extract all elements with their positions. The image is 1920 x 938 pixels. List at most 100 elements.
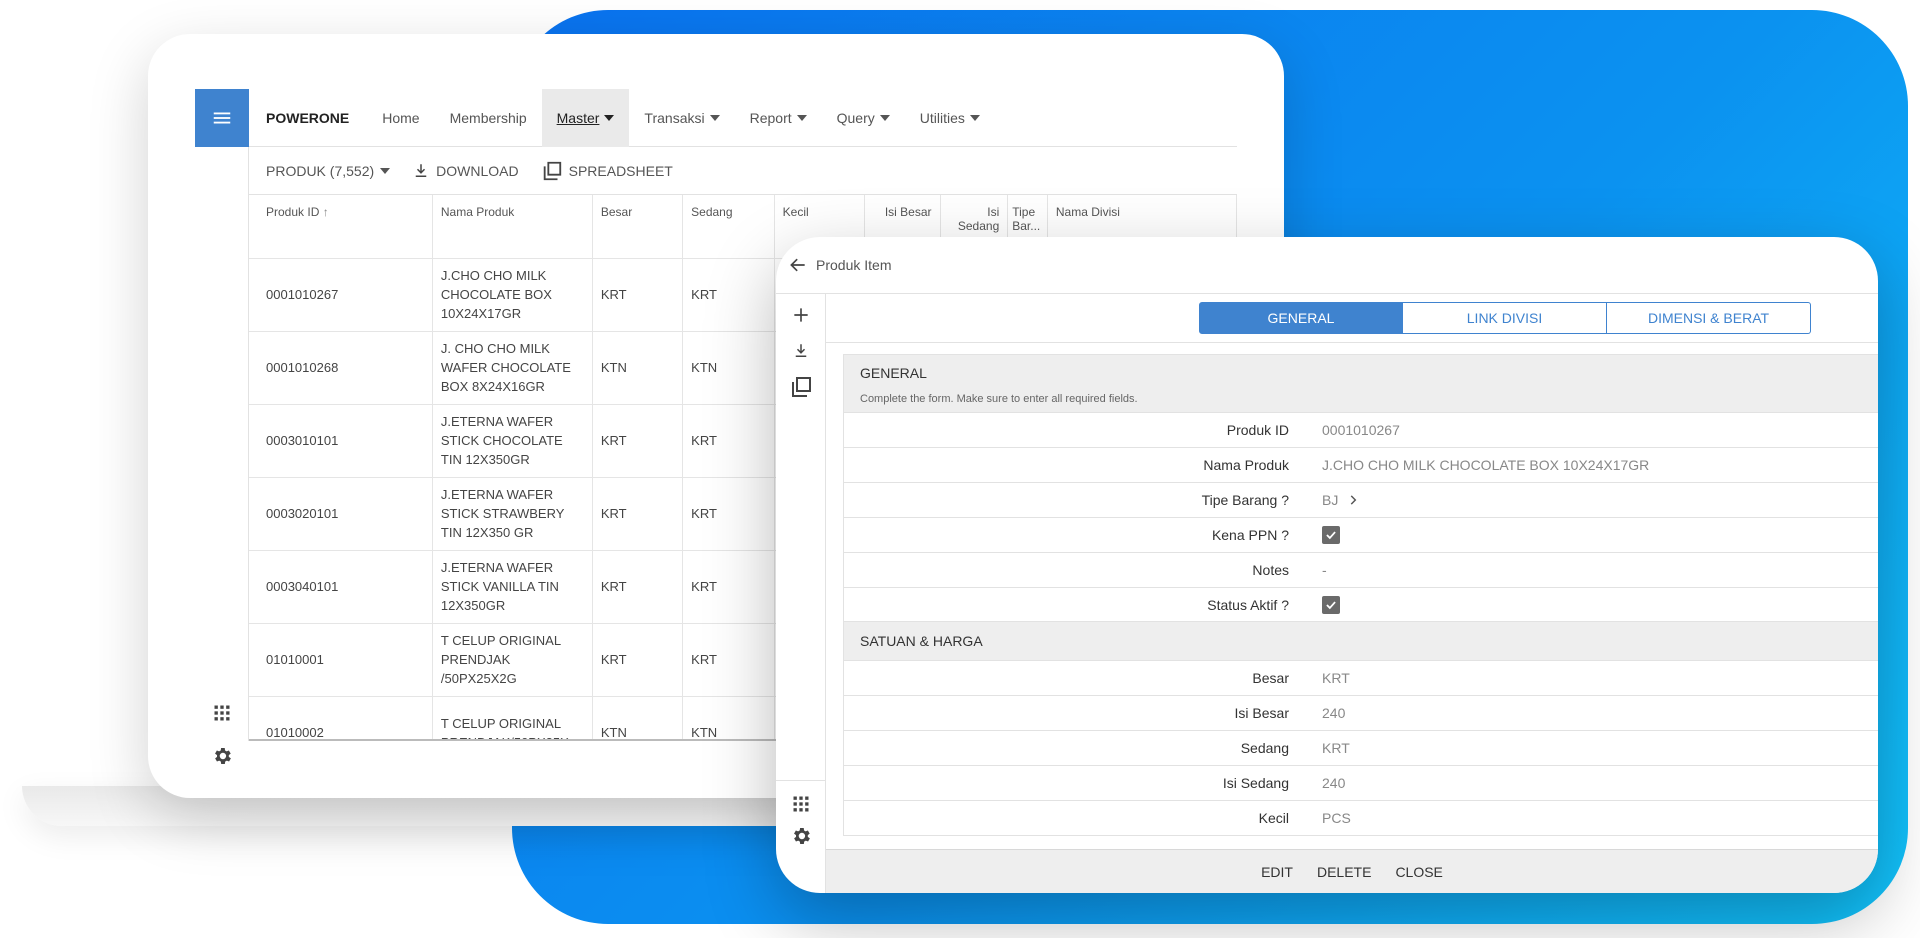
cell-besar: KRT — [592, 477, 684, 551]
field-label: Isi Besar — [1234, 705, 1289, 721]
tab-link-divisi[interactable]: LINK DIVISI — [1403, 302, 1607, 334]
nav-transaksi[interactable]: Transaksi — [629, 89, 734, 147]
cell-sedang: KTN — [682, 696, 775, 739]
front-sidebar — [776, 294, 826, 893]
cell-besar: KRT — [592, 258, 684, 332]
section-title: SATUAN & HARGA — [860, 633, 983, 649]
field-notes: Notes - — [844, 552, 1878, 587]
back-arrow-icon[interactable] — [788, 255, 808, 275]
field-label: Nama Produk — [1203, 457, 1289, 473]
cell-nama-produk: J. CHO CHO MILK WAFER CHOCOLATE BOX 8X24… — [432, 331, 593, 405]
produk-dropdown[interactable]: PRODUK (7,552) — [266, 162, 391, 179]
tab-general[interactable]: GENERAL — [1199, 302, 1403, 334]
col-produk-id[interactable]: Produk ID ↑ — [249, 195, 433, 259]
gear-icon[interactable] — [788, 823, 814, 849]
tipe-barang-link[interactable]: BJ — [1322, 492, 1360, 508]
close-button[interactable]: CLOSE — [1395, 864, 1442, 880]
gear-icon[interactable] — [210, 744, 234, 768]
field-value: KRT — [1322, 740, 1350, 756]
field-sedang: Sedang KRT — [844, 730, 1878, 765]
spreadsheet-button[interactable]: SPREADSHEET — [541, 160, 673, 182]
cell-produk-id: 01010001 — [249, 623, 433, 697]
add-icon[interactable] — [788, 302, 814, 328]
download-button[interactable]: DOWNLOAD — [412, 162, 519, 180]
field-value: 240 — [1322, 775, 1346, 791]
spreadsheet-icon — [543, 161, 561, 180]
caret-down-icon — [709, 114, 720, 121]
chevron-right-icon — [1351, 495, 1357, 505]
nav-master[interactable]: Master — [541, 88, 630, 147]
apps-grid-icon[interactable] — [210, 701, 234, 725]
field-kena-ppn: Kena PPN ? — [844, 517, 1878, 552]
produk-label: PRODUK (7,552) — [266, 162, 375, 179]
caret-down-icon — [969, 114, 980, 121]
field-value: J.CHO CHO MILK CHOCOLATE BOX 10X24X17GR — [1322, 457, 1650, 473]
top-nav: POWERONE Home Membership Master Transaks… — [249, 88, 1237, 147]
checkbox-checked-icon[interactable] — [1322, 596, 1340, 614]
section-satuan-harga: SATUAN & HARGA Besar KRT Isi Besar 240 S… — [843, 621, 1878, 836]
cell-produk-id: 0003040101 — [249, 550, 433, 624]
col-label: Besar — [600, 205, 633, 219]
section-title: GENERAL — [860, 365, 927, 381]
field-value: - — [1322, 562, 1327, 578]
field-value: KRT — [1322, 670, 1350, 686]
nav-utilities[interactable]: Utilities — [905, 89, 995, 147]
col-label: Isi Besar — [884, 205, 932, 219]
nav-report[interactable]: Report — [735, 89, 822, 147]
window-title: Produk Item — [816, 257, 892, 273]
field-label: Kena PPN ? — [1211, 527, 1289, 543]
nav-label: Home — [382, 109, 420, 126]
hamburger-button[interactable] — [195, 89, 249, 147]
cell-nama-produk: T CELUP ORIGINAL PRENDJAK/50PX25X — [432, 696, 593, 739]
cell-besar: KRT — [592, 550, 684, 624]
cell-sedang: KRT — [682, 477, 775, 551]
cell-besar: KTN — [592, 331, 684, 405]
tab-bar: GENERAL LINK DIVISI DIMENSI & BERAT — [1199, 302, 1811, 334]
copy-icon[interactable] — [788, 374, 814, 400]
cell-sedang: KRT — [682, 258, 775, 332]
nav-label: Utilities — [919, 109, 965, 126]
download-icon[interactable] — [788, 338, 814, 364]
edit-button[interactable]: EDIT — [1261, 864, 1293, 880]
field-value: PCS — [1322, 810, 1351, 826]
field-label: Besar — [1252, 670, 1289, 686]
col-label: Sedang — [691, 205, 733, 219]
field-value: 0001010267 — [1322, 422, 1400, 438]
caret-down-icon — [879, 114, 890, 121]
field-label: Isi Sedang — [1222, 775, 1289, 791]
checkbox-checked-icon[interactable] — [1322, 526, 1340, 544]
window-footer: EDIT DELETE CLOSE — [826, 849, 1878, 893]
cell-nama-produk: J.ETERNA WAFER STICK CHOCOLATE TIN 12X35… — [432, 404, 593, 478]
col-label: Nama Divisi — [1055, 205, 1120, 219]
cell-produk-id: 0003010101 — [249, 404, 433, 478]
apps-grid-icon[interactable] — [776, 780, 826, 820]
cell-sedang: KRT — [682, 623, 775, 697]
arrow-up-icon: ↑ — [322, 205, 329, 219]
tab-dimensi-berat[interactable]: DIMENSI & BERAT — [1607, 302, 1811, 334]
cell-nama-produk: J.ETERNA WAFER STICK VANILLA TIN 12X350G… — [432, 550, 593, 624]
cell-nama-produk: J.CHO CHO MILK CHOCOLATE BOX 10X24X17GR — [432, 258, 593, 332]
field-produk-id: Produk ID 0001010267 — [844, 412, 1878, 447]
col-label: Isi Sedang — [957, 205, 1000, 233]
nav-query[interactable]: Query — [822, 89, 905, 147]
cell-nama-produk: T CELUP ORIGINAL PRENDJAK /50PX25X2G — [432, 623, 593, 697]
col-sedang[interactable]: Sedang — [682, 195, 775, 259]
field-value: 240 — [1322, 705, 1346, 721]
section-header: SATUAN & HARGA — [844, 622, 1878, 660]
nav-label: Query — [836, 109, 875, 126]
cell-sedang: KRT — [682, 550, 775, 624]
field-nama-produk: Nama Produk J.CHO CHO MILK CHOCOLATE BOX… — [844, 447, 1878, 482]
col-nama-produk[interactable]: Nama Produk — [432, 195, 593, 259]
section-subtitle: Complete the form. Make sure to enter al… — [860, 393, 1138, 405]
field-isi-besar: Isi Besar 240 — [844, 695, 1878, 730]
delete-button[interactable]: DELETE — [1317, 864, 1371, 880]
nav-membership[interactable]: Membership — [435, 89, 542, 147]
field-tipe-barang: Tipe Barang ? BJ — [844, 482, 1878, 517]
nav-home[interactable]: Home — [367, 89, 434, 147]
field-status-aktif: Status Aktif ? — [844, 587, 1878, 622]
col-besar[interactable]: Besar — [592, 195, 684, 259]
spreadsheet-label: SPREADSHEET — [568, 162, 673, 179]
cell-produk-id: 0001010267 — [249, 258, 433, 332]
cell-produk-id: 0001010268 — [249, 331, 433, 405]
nav-label: Transaksi — [644, 109, 705, 126]
